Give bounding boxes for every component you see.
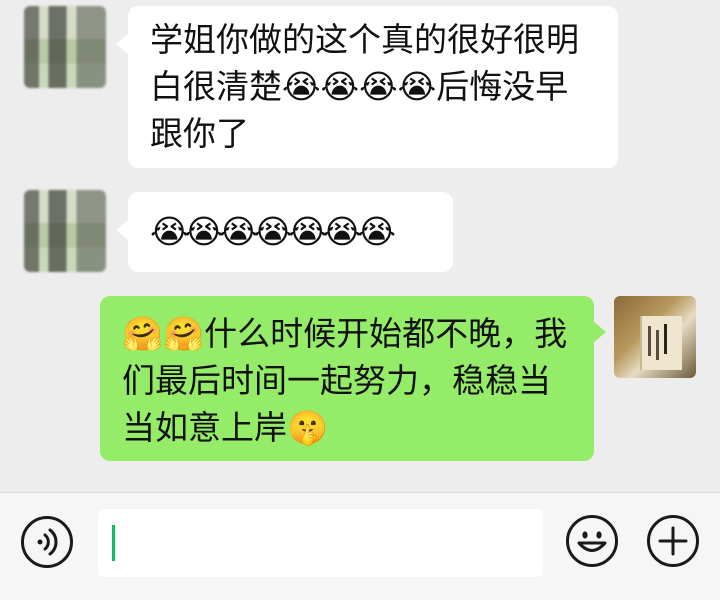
my-avatar[interactable] — [614, 296, 696, 378]
voice-button[interactable] — [21, 516, 73, 568]
message-line: 学姐你做的这个真的很好很明 — [150, 20, 579, 59]
bubble-tail — [116, 220, 128, 240]
chat-area: 学姐你做的这个真的很好很明 白很清楚😭😭😭😭后悔没早 跟你了 😭😭😭😭😭😭😭 🤗… — [0, 0, 720, 490]
emoji-icon — [577, 531, 607, 552]
avatar-paper — [640, 316, 682, 370]
bubble-tail — [116, 34, 128, 54]
bubble-tail — [594, 322, 606, 342]
message-line: 😭😭😭😭😭😭😭 — [150, 212, 396, 251]
add-button[interactable] — [647, 515, 699, 567]
message-line: 跟你了 — [150, 114, 249, 153]
message-line: 🤗🤗什么时候开始都不晚，我 — [122, 314, 568, 353]
contact-avatar[interactable] — [24, 190, 106, 272]
message-line: 白很清楚😭😭😭😭后悔没早 — [150, 67, 569, 106]
add-icon — [658, 526, 688, 556]
input-bar — [0, 492, 720, 600]
avatar-ink — [648, 326, 651, 356]
contact-avatar[interactable] — [24, 6, 106, 88]
voice-icon — [37, 528, 58, 556]
message-line: 当如意上岸🤫 — [122, 408, 329, 447]
message-input[interactable] — [98, 509, 543, 577]
emoji-button[interactable] — [566, 515, 618, 567]
message-bubble-incoming[interactable]: 学姐你做的这个真的很好很明 白很清楚😭😭😭😭后悔没早 跟你了 — [128, 6, 618, 168]
message-line: 们最后时间一起努力，稳稳当 — [122, 361, 551, 400]
message-bubble-incoming[interactable]: 😭😭😭😭😭😭😭 — [128, 192, 453, 272]
message-bubble-outgoing[interactable]: 🤗🤗什么时候开始都不晚，我 们最后时间一起努力，稳稳当 当如意上岸🤫 — [100, 296, 594, 461]
text-caret — [112, 525, 115, 561]
